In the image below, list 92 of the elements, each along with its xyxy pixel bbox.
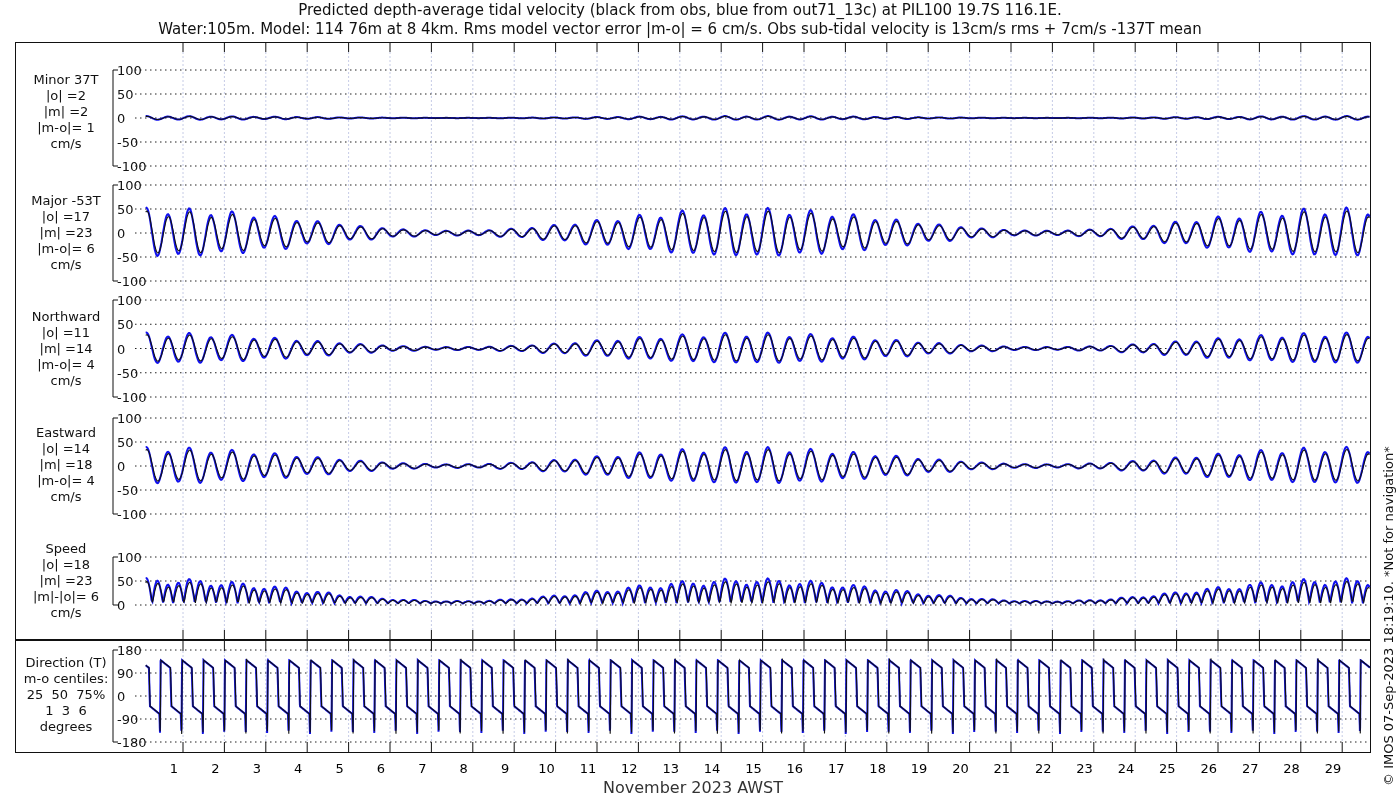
x-tick-label: 8 (459, 760, 468, 778)
y-tick-label: 100 (117, 411, 142, 426)
x-tick-label: 7 (418, 760, 427, 778)
panel-label: Direction (T) (25, 655, 107, 670)
x-tick-label: 9 (500, 760, 510, 778)
x-tick-label: 24 (1117, 760, 1135, 778)
y-tick-label: 50 (117, 87, 134, 102)
panel-label: |m| =23 (39, 573, 93, 588)
x-tick-label: 15 (745, 760, 762, 778)
x-tick-label: 3 (252, 760, 261, 778)
x-tick-label: 20 (952, 760, 969, 778)
panel-label: Minor 37T (33, 72, 99, 87)
x-tick-label: 5 (335, 760, 344, 778)
x-tick-label: 21 (993, 760, 1011, 778)
x-axis-label: November 2023 AWST (603, 779, 783, 797)
y-tick-label: -90 (117, 712, 139, 727)
y-tick-label: -180 (117, 735, 147, 750)
x-tick-label: 11 (579, 760, 597, 778)
panel-label: cm/s (50, 373, 82, 388)
panel-label: 25 50 75% (26, 687, 106, 702)
y-tick-label: 0 (117, 111, 126, 126)
panel-label: cm/s (50, 136, 82, 151)
y-tick-label: -100 (117, 159, 147, 174)
y-tick-label: 0 (117, 689, 126, 704)
panel-label: cm/s (50, 257, 82, 272)
y-tick-label: 50 (117, 317, 134, 333)
panel-label: |m|-|o|= 6 (32, 589, 100, 604)
y-tick-label: -50 (117, 135, 139, 150)
panel-label: |o| =18 (41, 557, 91, 572)
panel-label: Eastward (36, 425, 96, 440)
x-tick-label: 17 (827, 760, 845, 778)
y-axis (112, 556, 119, 606)
x-tick-label: 6 (376, 760, 386, 778)
y-tick-label: 100 (117, 550, 142, 565)
panel-label: |o| =17 (41, 209, 91, 224)
y-tick-label: -100 (117, 390, 147, 405)
panel-label: m-o centiles: (23, 671, 109, 686)
y-tick-label: -100 (117, 507, 147, 522)
y-tick-label: 90 (117, 666, 134, 681)
x-tick-label: 18 (869, 760, 886, 778)
chart-subtitle: Water:105m. Model: 114 76m at 8 4km. Rms model vector error |m-o| = 6 cm/s. Obs sub-tidal velocity is 13cm/s rms + 7cm/s -137T mean (158, 20, 1202, 39)
panel-label: Major -53T (31, 193, 101, 208)
y-tick-label: 0 (117, 459, 126, 474)
y-tick-label: 0 (117, 598, 126, 613)
panel-label: |m| =23 (39, 225, 93, 240)
panel-label: |o| =2 (46, 88, 86, 103)
panel-label: |m| =14 (39, 341, 93, 356)
y-tick-label: 100 (117, 178, 142, 193)
panel-label: cm/s (50, 489, 82, 504)
y-tick-label: -50 (117, 250, 139, 265)
x-tick-label: 19 (910, 760, 928, 778)
y-tick-label: 0 (117, 226, 126, 241)
x-tick-label: 26 (1200, 760, 1218, 778)
panel-label: |m-o|= 1 (37, 120, 95, 135)
y-tick-label: -50 (117, 365, 139, 381)
x-tick-label: 25 (1159, 760, 1176, 778)
x-tick-label: 29 (1324, 760, 1342, 778)
y-tick-label: 0 (117, 341, 126, 357)
y-tick-label: 50 (117, 574, 134, 589)
x-tick-label: 27 (1241, 760, 1259, 778)
panel-label: |m-o|= 4 (37, 473, 95, 488)
x-tick-label: 1 (169, 760, 179, 778)
panel-label: |o| =14 (41, 441, 91, 456)
panel-label: cm/s (50, 605, 82, 620)
panel-label: degrees (39, 719, 93, 734)
x-tick-label: 28 (1283, 760, 1300, 778)
x-tick-label: 12 (621, 760, 638, 778)
chart-title: Predicted depth-average tidal velocity (black from obs, blue from out71_13c) at PIL100 19.7S 116.1E. (298, 1, 1062, 20)
y-tick-label: 180 (117, 643, 142, 658)
x-tick-label: 23 (1076, 760, 1093, 778)
x-tick-label: 14 (703, 760, 721, 778)
y-tick-label: 100 (117, 63, 142, 78)
panel-label: Northward (31, 309, 101, 324)
panel-label: |o| =11 (41, 325, 91, 340)
y-tick-label: 50 (117, 435, 134, 450)
panel-label: 1 3 6 (45, 703, 87, 718)
panel-label: |m-o|= 6 (37, 241, 95, 256)
x-tick-label: 4 (294, 760, 303, 778)
x-tick-label: 22 (1034, 760, 1052, 778)
panel-label: |m-o|= 4 (37, 357, 95, 372)
x-tick-label: 13 (662, 760, 679, 778)
x-tick-label: 10 (538, 760, 555, 778)
y-tick-label: 100 (117, 293, 142, 308)
x-tick-label: 2 (211, 760, 220, 778)
panel-label: |m| =18 (39, 457, 93, 472)
x-tick-label: 16 (786, 760, 804, 778)
panel-label: |m| =2 (43, 104, 89, 119)
credit-text: © IMOS 07-Sep-2023 18:19:10. *Not for navigation* (1381, 446, 1396, 786)
y-tick-label: -50 (117, 483, 139, 498)
y-tick-label: -100 (117, 274, 147, 289)
y-tick-label: 50 (117, 202, 134, 217)
panel-label: Speed (45, 541, 87, 556)
